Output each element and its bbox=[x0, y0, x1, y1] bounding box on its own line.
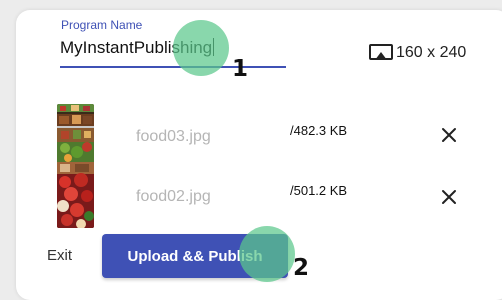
remove-file-food03-button[interactable] bbox=[438, 124, 460, 146]
file-size-food02: /501.2 KB bbox=[290, 183, 348, 198]
file-name-food03: food03.jpg bbox=[136, 128, 211, 145]
food-thumbnail-image bbox=[57, 104, 94, 228]
resolution-text: 160 x 240 bbox=[396, 44, 467, 61]
close-icon bbox=[442, 128, 456, 142]
remove-file-food02-button[interactable] bbox=[438, 186, 460, 208]
click-highlight-2 bbox=[239, 226, 295, 282]
click-highlight-1 bbox=[173, 20, 229, 76]
file-size-food03: /482.3 KB bbox=[290, 123, 348, 138]
file-thumbnails bbox=[57, 104, 94, 228]
file-name-food02: food02.jpg bbox=[136, 188, 211, 205]
exit-button[interactable]: Exit bbox=[47, 247, 72, 264]
program-name-label: Program Name bbox=[61, 18, 143, 32]
step-marker-2: 2 bbox=[293, 255, 310, 281]
close-icon bbox=[442, 190, 456, 204]
program-name-underline bbox=[60, 66, 286, 68]
step-marker-1: 1 bbox=[232, 56, 249, 82]
cast-icon bbox=[369, 44, 393, 60]
resolution-display: 160 x 240 bbox=[368, 42, 466, 64]
